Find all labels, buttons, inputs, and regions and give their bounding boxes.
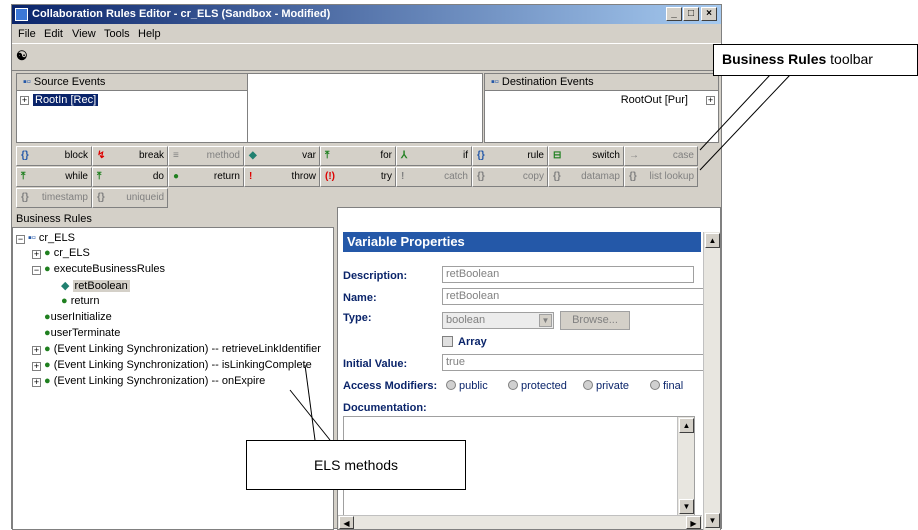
- els-methods-callout: ELS methods: [246, 440, 466, 490]
- business-rules-toolbar-callout: Business Rules toolbar: [713, 44, 918, 76]
- callout-text: toolbar: [826, 51, 873, 67]
- callout-bold-text: Business Rules: [722, 51, 827, 67]
